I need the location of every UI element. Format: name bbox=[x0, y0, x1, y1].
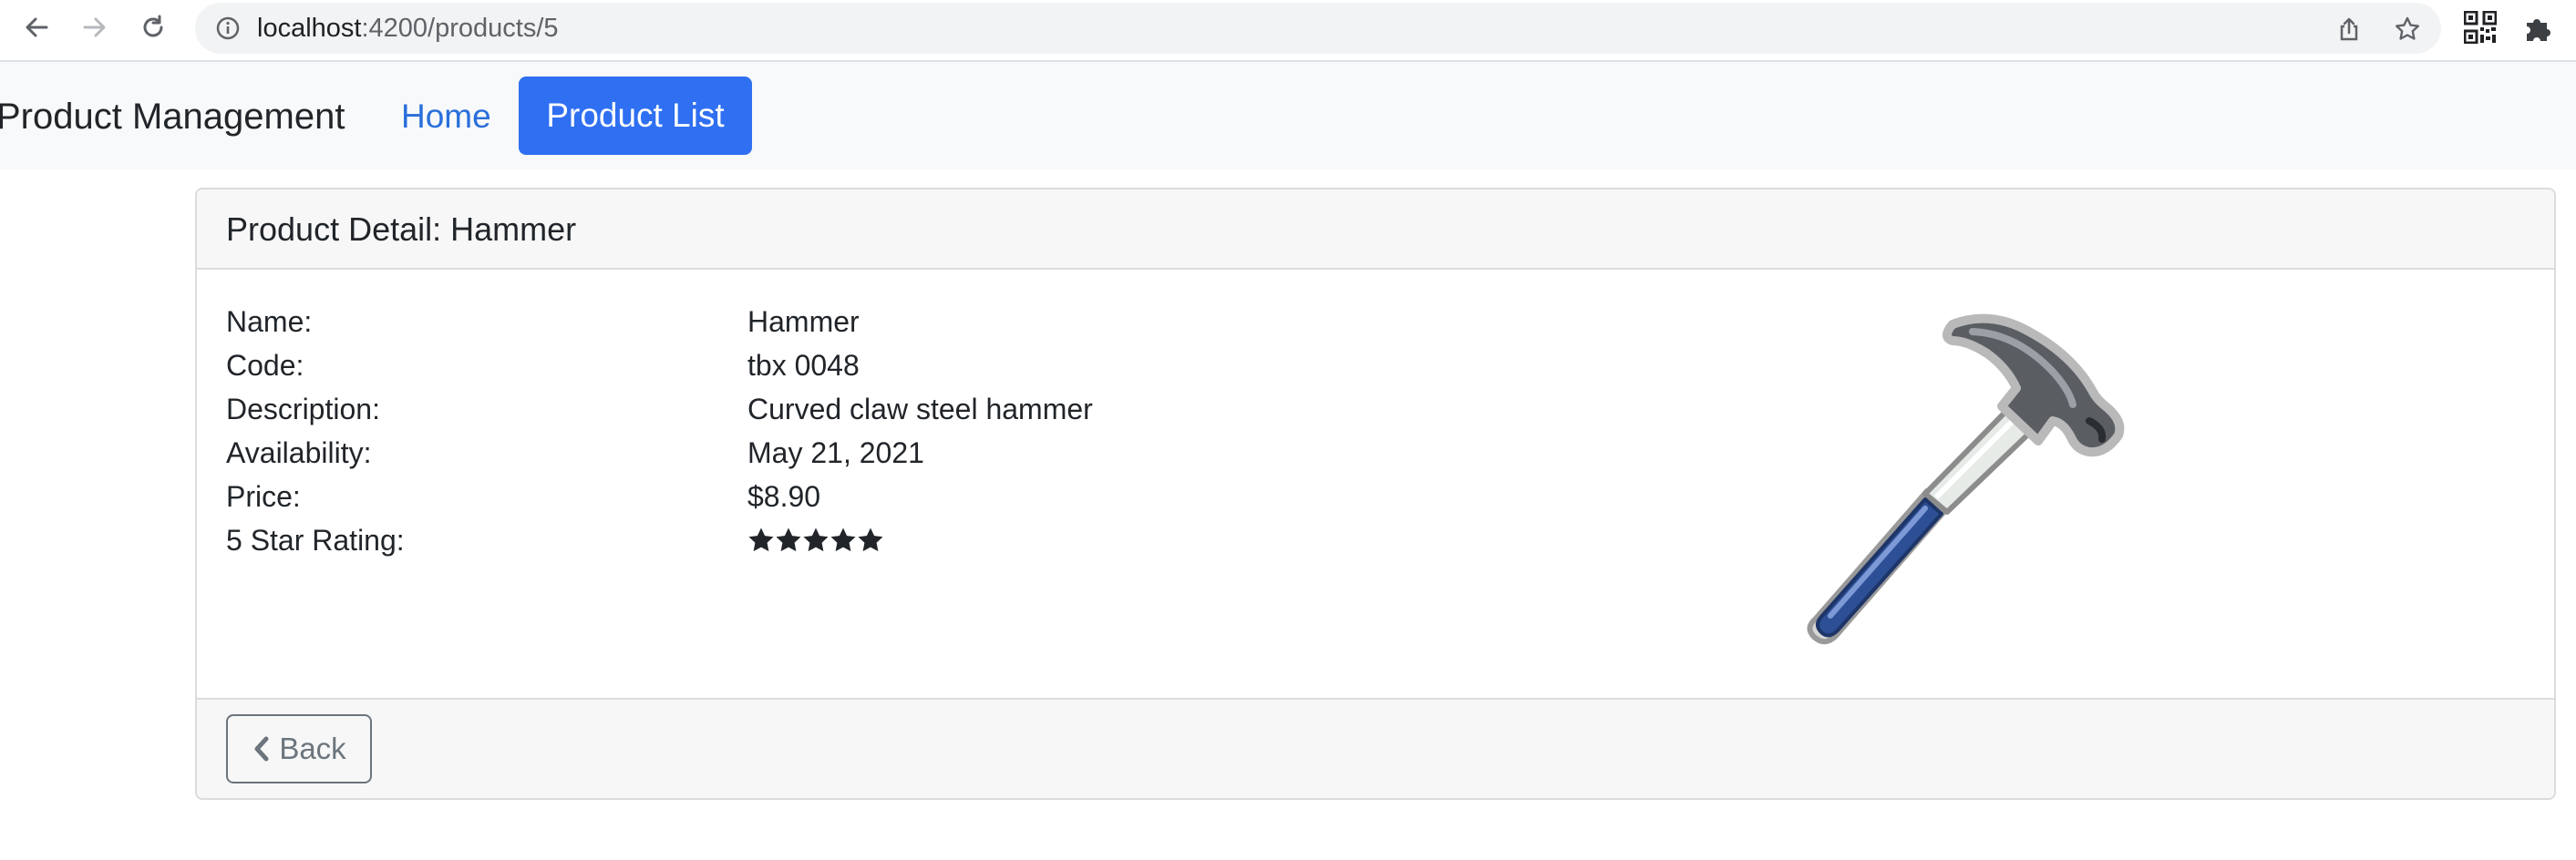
star-icon bbox=[858, 527, 883, 552]
extensions-puzzle-icon[interactable] bbox=[2521, 10, 2556, 45]
field-value: tbx 0048 bbox=[747, 349, 860, 382]
detail-row-code: Code: tbx 0048 bbox=[226, 344, 1320, 386]
field-value: $8.90 bbox=[747, 480, 821, 513]
field-label: Name: bbox=[226, 305, 313, 338]
star-icon bbox=[803, 527, 829, 552]
url-path: :4200/products/5 bbox=[361, 14, 559, 43]
detail-row-availability: Availability: May 21, 2021 bbox=[226, 432, 1320, 474]
detail-row-price: Price: $8.90 bbox=[226, 476, 1320, 517]
card-footer: Back bbox=[197, 698, 2554, 798]
field-value: Hammer bbox=[747, 305, 860, 338]
address-bar[interactable]: localhost:4200/products/5 bbox=[195, 3, 2441, 54]
bookmark-star-icon[interactable] bbox=[2392, 14, 2423, 45]
star-icon bbox=[830, 527, 856, 552]
field-label: 5 Star Rating: bbox=[226, 524, 405, 557]
browser-toolbar: localhost:4200/products/5 bbox=[0, 0, 2576, 62]
share-icon[interactable] bbox=[2334, 14, 2365, 45]
field-value: May 21, 2021 bbox=[747, 436, 924, 469]
app-navbar: Product Management Home Product List bbox=[0, 62, 2576, 169]
forward-arrow-icon[interactable] bbox=[75, 7, 115, 47]
app-brand: Product Management bbox=[0, 97, 345, 137]
field-label: Code: bbox=[226, 349, 304, 382]
nav-link-product-list[interactable]: Product List bbox=[519, 77, 752, 155]
back-button[interactable]: Back bbox=[226, 714, 372, 783]
detail-row-rating: 5 Star Rating: bbox=[226, 519, 1320, 561]
site-info-icon[interactable] bbox=[213, 14, 242, 43]
detail-row-description: Description: Curved claw steel hammer bbox=[226, 388, 1320, 430]
card-title: Product Detail: Hammer bbox=[226, 210, 577, 248]
qr-code-extension-icon[interactable] bbox=[2463, 10, 2498, 45]
field-label: Price: bbox=[226, 480, 301, 513]
field-value: Curved claw steel hammer bbox=[747, 393, 1093, 425]
star-rating bbox=[747, 527, 884, 554]
url-host: localhost bbox=[257, 14, 362, 43]
nav-link-home[interactable]: Home bbox=[401, 95, 491, 138]
star-icon bbox=[776, 527, 801, 552]
chevron-left-icon bbox=[254, 736, 269, 762]
field-label: Description: bbox=[226, 393, 380, 425]
detail-row-name: Name: Hammer bbox=[226, 301, 1320, 343]
card-header: Product Detail: Hammer bbox=[197, 189, 2554, 270]
star-icon bbox=[748, 527, 774, 552]
url-text[interactable]: localhost:4200/products/5 bbox=[257, 12, 559, 45]
product-detail-card: Product Detail: Hammer Name: Hammer Code… bbox=[195, 188, 2556, 800]
hammer-product-image bbox=[1807, 313, 2125, 645]
back-button-label: Back bbox=[279, 732, 346, 765]
field-label: Availability: bbox=[226, 436, 372, 469]
reload-icon[interactable] bbox=[133, 7, 173, 47]
back-arrow-icon[interactable] bbox=[16, 7, 57, 47]
